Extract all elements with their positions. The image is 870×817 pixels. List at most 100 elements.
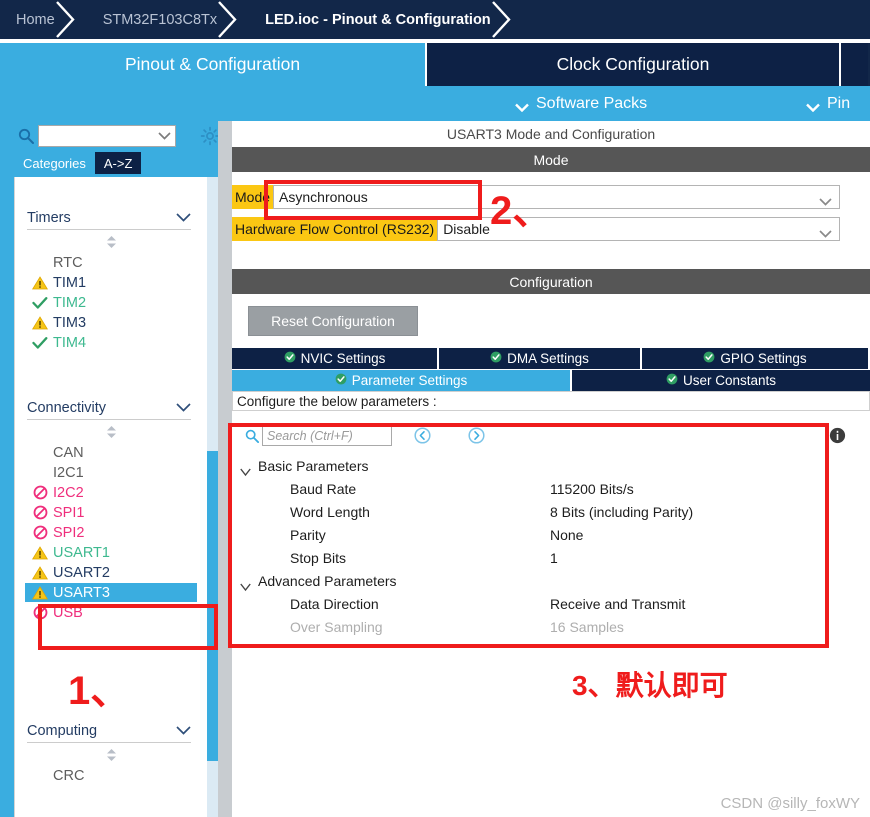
search-icon [18, 128, 34, 144]
tree-item-label: I2C2 [53, 484, 84, 501]
tab-parameter-settings[interactable]: Parameter Settings [232, 370, 572, 391]
tab-label: Categories [23, 155, 86, 171]
tree-item-label: CRC [53, 767, 85, 784]
tab-label: Pinout & Configuration [124, 54, 301, 74]
tree-item-i2c2[interactable]: I2C2 [29, 483, 84, 502]
tree-item-rtc[interactable]: RTC [29, 253, 83, 272]
reset-configuration-label: Reset Configuration [271, 313, 395, 329]
tab-dma-settings[interactable]: DMA Settings [439, 348, 642, 369]
tab-user-constants[interactable]: User Constants [572, 370, 870, 391]
tab-clock-configuration[interactable]: Clock Configuration [427, 43, 841, 86]
check-circle-icon [703, 351, 715, 366]
tab-label: NVIC Settings [300, 351, 386, 366]
breadcrumb-item-home[interactable]: Home [0, 0, 81, 39]
check-circle-icon [666, 373, 678, 388]
chevron-down-icon [515, 99, 529, 113]
config-tabs-row-1: NVIC Settings DMA Settings GPIO Settings [232, 348, 868, 369]
tree-item-usart2[interactable]: USART2 [29, 563, 110, 582]
tree-item-label: TIM4 [53, 334, 87, 351]
tree-item-crc[interactable]: CRC [29, 766, 84, 785]
annotation-box-parameters [228, 423, 829, 648]
tree-item-label: I2C1 [53, 464, 84, 481]
tab-label: GPIO Settings [720, 351, 807, 366]
tree-item-i2c1[interactable]: I2C1 [29, 463, 84, 482]
check-icon [29, 336, 51, 350]
tab-gpio-settings[interactable]: GPIO Settings [642, 348, 868, 369]
warning-icon [29, 545, 51, 560]
tree-item-label: USART1 [53, 544, 110, 561]
tree-item-label: TIM3 [53, 314, 87, 331]
panel-title: USART3 Mode and Configuration [232, 121, 870, 147]
tree-item-label: TIM2 [53, 294, 87, 311]
chevron-down-icon [806, 99, 820, 113]
sidebar-category-tabs: Categories A->Z [14, 152, 142, 174]
chevron-down-icon [176, 722, 191, 740]
breadcrumb-item-mcu[interactable]: STM32F103C8Tx [81, 0, 243, 39]
spinner-icon[interactable] [105, 425, 118, 439]
tree-item-can[interactable]: CAN [29, 443, 84, 462]
breadcrumb-item-file[interactable]: LED.ioc - Pinout & Configuration [243, 0, 517, 39]
tab-nvic-settings[interactable]: NVIC Settings [232, 348, 439, 369]
chevron-down-icon[interactable] [158, 127, 171, 145]
tree-group-label: Connectivity [27, 400, 106, 416]
check-icon [29, 296, 51, 310]
software-packs-menu[interactable]: Software Packs [515, 95, 647, 113]
search-input[interactable] [38, 125, 176, 147]
mode-section-header: Mode [232, 147, 870, 172]
tree-item-spi2[interactable]: SPI2 [29, 523, 84, 542]
tab-project-manager[interactable] [841, 43, 868, 86]
reset-configuration-button[interactable]: Reset Configuration [248, 306, 418, 336]
annotation-text: 2、 [490, 189, 553, 233]
chevron-down-icon [819, 193, 832, 206]
tree-item-tim3[interactable]: TIM3 [29, 313, 86, 332]
annotation-text: 3、默认即可 [572, 670, 728, 701]
tree-item-tim1[interactable]: TIM1 [29, 273, 86, 292]
warning-icon [29, 565, 51, 580]
tree-item-tim4[interactable]: TIM4 [29, 333, 86, 352]
section-title-label: Configuration [509, 273, 593, 290]
tree-group-computing[interactable]: Computing [27, 722, 191, 740]
tree-item-label: CAN [53, 444, 84, 461]
tree-group-rule [27, 229, 191, 230]
spinner-icon[interactable] [105, 235, 118, 249]
breadcrumb-label: STM32F103C8Tx [102, 11, 218, 28]
tree-item-usart1[interactable]: USART1 [29, 543, 110, 562]
tree-item-label: RTC [53, 254, 83, 271]
tab-label: A->Z [103, 155, 133, 171]
breadcrumb-label: LED.ioc - Pinout & Configuration [265, 11, 491, 28]
tree-item-tim2[interactable]: TIM2 [29, 293, 86, 312]
prohibited-icon [29, 485, 51, 500]
tab-a-to-z[interactable]: A->Z [94, 152, 142, 174]
configuration-section-header: Configuration [232, 269, 870, 294]
tree-item-label: USART3 [53, 584, 110, 601]
tree-item-label: USART2 [53, 564, 110, 581]
warning-icon [29, 275, 51, 290]
tree-group-timers[interactable]: Timers [27, 209, 191, 227]
stm32cubemx-window: Home STM32F103C8Tx LED.ioc - Pinout & Co… [0, 0, 870, 817]
configure-note-label: Configure the below parameters : [237, 393, 437, 409]
annotation-step-3: 3、默认即可 [572, 664, 728, 704]
pinout-menu[interactable]: Pin [806, 95, 850, 113]
chevron-down-icon [176, 209, 191, 227]
tree-item-usart3[interactable]: USART3 [25, 583, 197, 602]
tree-group-connectivity[interactable]: Connectivity [27, 399, 191, 417]
tab-label: Clock Configuration [556, 54, 710, 74]
chevron-right-icon [217, 0, 239, 39]
panel-title-label: USART3 Mode and Configuration [446, 126, 656, 142]
tree-group-label: Computing [27, 723, 98, 739]
tab-categories[interactable]: Categories [14, 152, 95, 174]
tree-item-spi1[interactable]: SPI1 [29, 503, 84, 522]
annotation-box-mode [264, 180, 482, 220]
gear-icon[interactable] [200, 126, 220, 146]
tab-pinout-configuration[interactable]: Pinout & Configuration [0, 43, 427, 86]
software-packs-label: Software Packs [536, 94, 648, 112]
peripheral-tree: Timers RTC TIM1 TIM2 TIM3 TIM4 Connectiv… [14, 177, 207, 817]
spinner-icon[interactable] [105, 748, 118, 762]
check-circle-icon [284, 351, 296, 366]
warning-icon [29, 585, 51, 600]
configure-note: Configure the below parameters : [232, 391, 870, 411]
prohibited-icon [29, 505, 51, 520]
info-icon[interactable] [829, 427, 846, 444]
hardware-flow-control-label: Hardware Flow Control (RS232) [232, 217, 438, 241]
check-circle-icon [490, 351, 502, 366]
